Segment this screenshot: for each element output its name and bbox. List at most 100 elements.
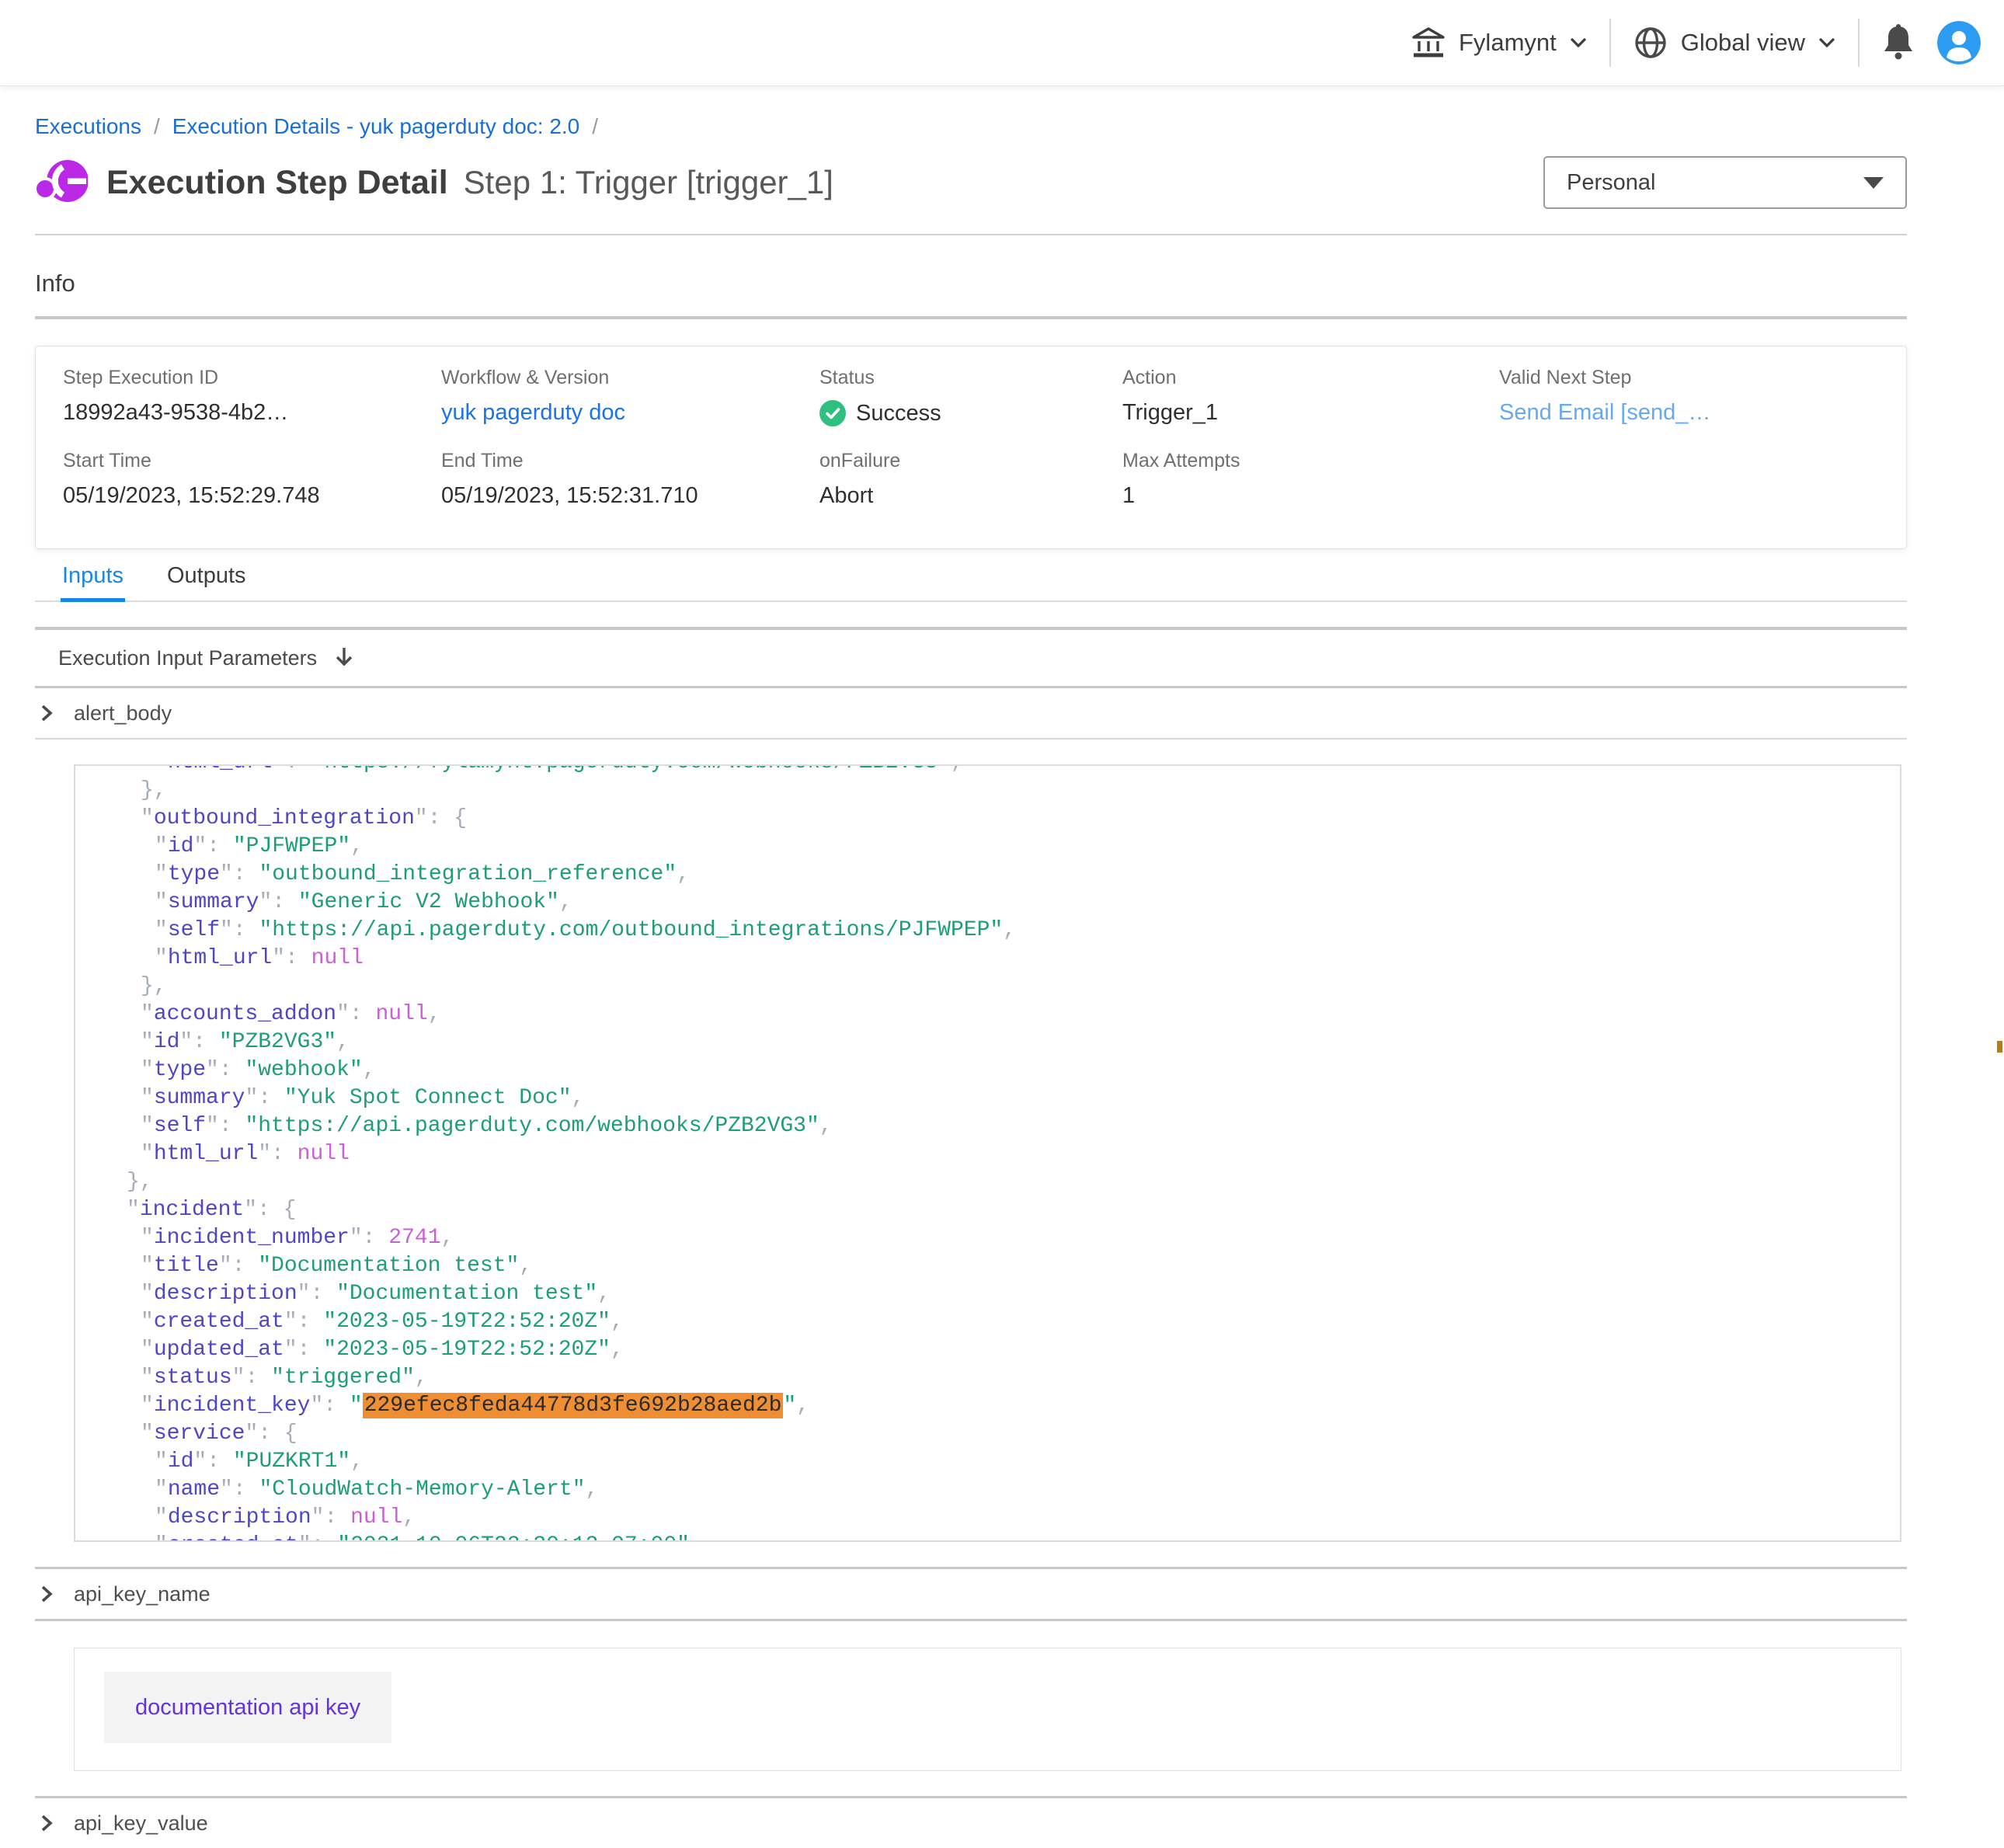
info-field-step-execution-id: Step Execution ID18992a43-9538-4b2…: [63, 367, 441, 426]
section-api-key-name-label: api_key_name: [74, 1582, 210, 1606]
info-field-label: Max Attempts: [1122, 450, 1499, 472]
section-api-key-value[interactable]: api_key_value: [35, 1798, 1907, 1848]
header-divider: [35, 234, 1907, 235]
code-line: "html_url": null: [75, 945, 1900, 973]
info-field-value: 1: [1122, 483, 1499, 509]
code-line: "id": "PZB2VG3",: [75, 1028, 1900, 1056]
code-line: "name": "CloudWatch-Memory-Alert",: [75, 1476, 1900, 1504]
chevron-down-icon: [1818, 37, 1836, 49]
breadcrumb-separator: /: [154, 114, 160, 139]
code-line: "accounts_addon": null,: [75, 1001, 1900, 1028]
info-field-workflow-version: Workflow & Version yuk pagerduty doc: [441, 367, 819, 426]
json-code-block[interactable]: "html_url": "https://fylamynt.pagerduty.…: [74, 764, 1901, 1542]
tab-inputs[interactable]: Inputs: [61, 560, 125, 602]
info-field-value: 05/19/2023, 15:52:29.748: [63, 483, 441, 509]
code-line: "status": "triggered",: [75, 1364, 1900, 1392]
code-line: },: [75, 973, 1900, 1001]
page-subtitle: Step 1: Trigger [trigger_1]: [464, 164, 833, 201]
section-api-key-name[interactable]: api_key_name: [35, 1569, 1907, 1621]
info-heading: Info: [35, 270, 1907, 298]
topbar-separator: [1858, 19, 1860, 67]
info-field-valid-next-step: Valid Next Step Send Email [send_…: [1499, 367, 1906, 426]
code-line: },: [75, 777, 1900, 805]
info-field-end-time: End Time 05/19/2023, 15:52:31.710: [441, 450, 819, 509]
code-line: },: [75, 1168, 1900, 1196]
code-line: "summary": "Yuk Spot Connect Doc",: [75, 1084, 1900, 1112]
user-avatar[interactable]: [1937, 21, 1981, 64]
tab-outputs[interactable]: Outputs: [165, 560, 248, 600]
topbar-separator: [1609, 19, 1611, 67]
chevron-right-icon: [40, 1814, 54, 1832]
code-line: "description": null,: [75, 1504, 1900, 1532]
info-field-value: Abort: [819, 483, 1122, 509]
info-field-value: 05/19/2023, 15:52:31.710: [441, 483, 819, 509]
execution-input-parameters-label: Execution Input Parameters: [58, 646, 317, 670]
execution-input-parameters-panel: Execution Input Parameters alert_body "h…: [35, 627, 1907, 1848]
info-field-label: End Time: [441, 450, 819, 472]
clipped-code-line: "html_url": "https://fylamynt.pagerduty.…: [75, 766, 1900, 777]
breadcrumb-execution-details-link[interactable]: Execution Details - yuk pagerduty doc: 2…: [172, 114, 580, 139]
page-title: Execution Step Detail: [106, 164, 448, 202]
info-field-label: Valid Next Step: [1499, 367, 1906, 389]
api-key-name-value-box: documentation api key: [74, 1648, 1901, 1771]
info-field-value[interactable]: Send Email [send_…: [1499, 400, 1906, 426]
info-field-label: Status: [819, 367, 1122, 389]
bank-icon: [1411, 26, 1446, 60]
org-label: Fylamynt: [1459, 29, 1557, 57]
info-field-value: 18992a43-9538-4b2…: [63, 400, 441, 426]
code-line: "updated_at": "2023-05-19T22:52:20Z",: [75, 1336, 1900, 1364]
info-grid: Step Execution ID18992a43-9538-4b2…Workf…: [63, 367, 1906, 509]
info-card: Step Execution ID18992a43-9538-4b2…Workf…: [35, 346, 1907, 549]
info-divider: [35, 316, 1907, 319]
execution-input-parameters-header: Execution Input Parameters: [35, 630, 1907, 688]
code-line: "type": "outbound_integration_reference"…: [75, 861, 1900, 889]
code-line: "incident": {: [75, 1196, 1900, 1224]
chevron-right-icon: [40, 704, 54, 722]
chevron-down-icon: [1569, 37, 1588, 49]
code-line: "created_at": "2023-05-19T22:52:20Z",: [75, 1308, 1900, 1336]
code-line: "html_url": null: [75, 1140, 1900, 1168]
info-field-value: Trigger_1: [1122, 400, 1499, 426]
section-alert-body-label: alert_body: [74, 701, 172, 726]
breadcrumb-separator: /: [592, 114, 598, 139]
info-field-label: Workflow & Version: [441, 367, 819, 389]
code-line: "id": "PUZKRT1",: [75, 1448, 1900, 1476]
code-line: "created_at": "2021-10-06T22:30:12-07:00…: [75, 1532, 1900, 1542]
code-line: "service": {: [75, 1420, 1900, 1448]
page-header: Execution Step Detail Step 1: Trigger [t…: [35, 155, 1907, 211]
info-field-label: Action: [1122, 367, 1499, 389]
dropdown-arrow-icon: [1863, 177, 1884, 189]
code-line: "self": "https://api.pagerduty.com/outbo…: [75, 917, 1900, 945]
code-line: "description": "Documentation test",: [75, 1280, 1900, 1308]
code-line: "type": "webhook",: [75, 1056, 1900, 1084]
view-switcher[interactable]: Global view: [1633, 25, 1836, 61]
code-line: "html_url": "https://fylamynt.pagerduty.…: [75, 766, 1900, 777]
scope-select[interactable]: Personal: [1543, 156, 1907, 209]
code-line: "incident_key": "229efec8feda44778d3fe69…: [75, 1392, 1900, 1420]
section-alert-body[interactable]: alert_body: [35, 688, 1907, 740]
view-label: Global view: [1681, 29, 1805, 57]
chevron-right-icon: [40, 1585, 54, 1603]
code-line: "id": "PJFWPEP",: [75, 833, 1900, 861]
tab-bar: Inputs Outputs: [35, 560, 1907, 602]
info-field-max-attempts: Max Attempts 1: [1122, 450, 1499, 509]
scrollbar-match-marker: [1997, 1041, 2002, 1053]
download-arrow-icon[interactable]: [334, 646, 354, 670]
fylamynt-logo-icon: [35, 158, 88, 207]
api-key-name-chip[interactable]: documentation api key: [104, 1672, 391, 1743]
org-switcher[interactable]: Fylamynt: [1411, 26, 1588, 60]
info-field-value: Success: [819, 400, 1122, 426]
scope-select-value: Personal: [1567, 170, 1655, 196]
notifications-bell-icon[interactable]: [1881, 23, 1915, 62]
info-field-label: onFailure: [819, 450, 1122, 472]
breadcrumb-executions-link[interactable]: Executions: [35, 114, 141, 139]
clipped-code-line: "created_at": "2021-10-06T22:30:12-07:00…: [75, 1532, 1900, 1542]
code-line: "outbound_integration": {: [75, 805, 1900, 833]
globe-icon: [1633, 25, 1668, 61]
info-field-label: Start Time: [63, 450, 441, 472]
section-api-key-value-label: api_key_value: [74, 1811, 208, 1836]
check-circle-icon: [819, 400, 846, 426]
topbar: Fylamynt Global view: [0, 0, 2004, 86]
info-field-value[interactable]: yuk pagerduty doc: [441, 400, 819, 426]
code-line: "incident_number": 2741,: [75, 1224, 1900, 1252]
